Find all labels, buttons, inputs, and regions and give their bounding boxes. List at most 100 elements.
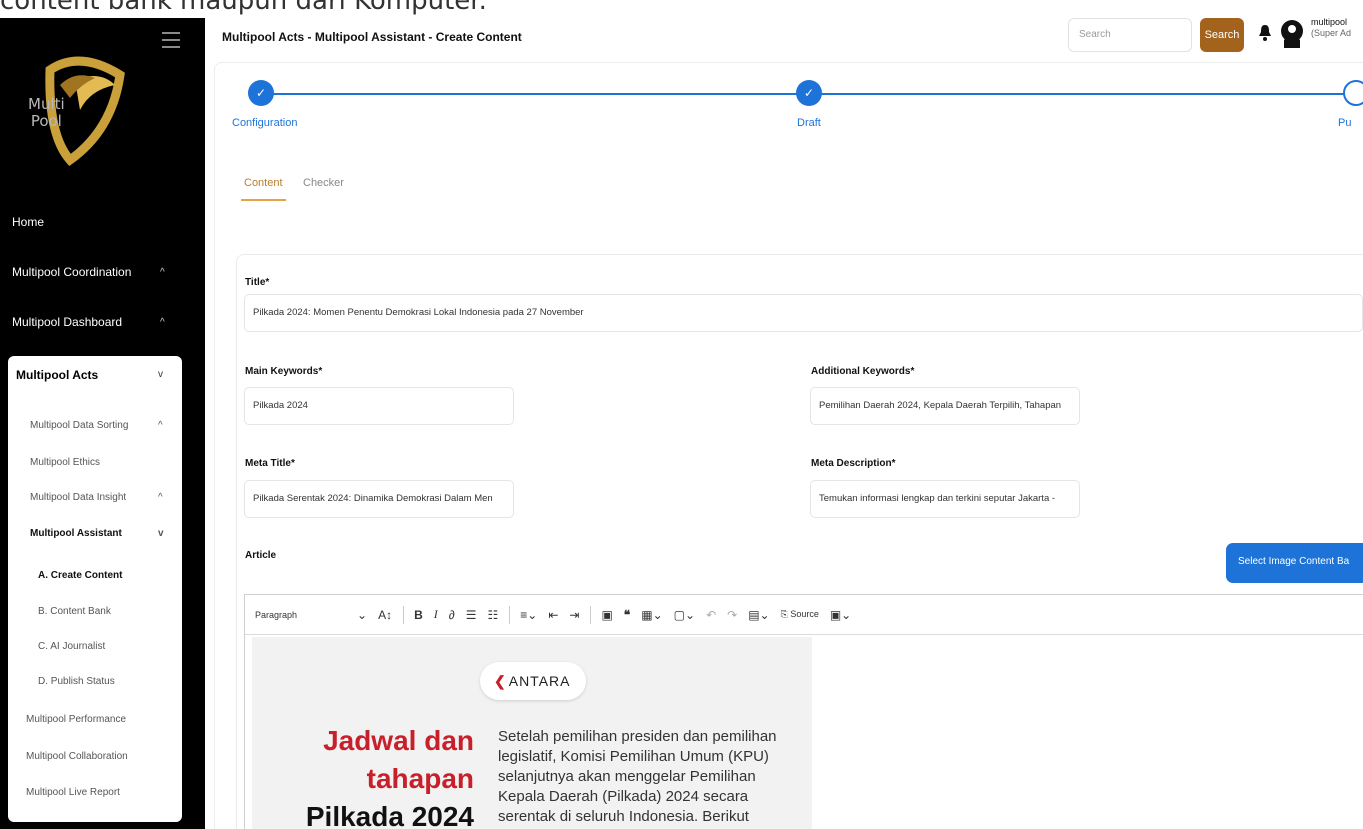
antara-logo: ❮ ANTARA (480, 662, 586, 700)
sidebar-item-label: Multipool Ethics (30, 457, 101, 468)
select-image-content-bank-button[interactable]: Select Image Content Ba (1226, 543, 1363, 583)
sidebar-item-label: Home (12, 215, 45, 229)
step-draft-check-icon[interactable]: ✓ (796, 80, 822, 106)
sidebar-item-label: Multipool Live Report (26, 787, 120, 798)
headline-line: tahapan (366, 763, 474, 794)
search-button[interactable]: Search (1200, 18, 1244, 52)
editor-toolbar: Paragraph ⌄ A↕ B I ∂ ☰ ☷ ≡⌄ ⇤ ⇥ ▣ ❝ ▦⌄ ▢… (245, 595, 1363, 635)
toolbar-divider (403, 605, 405, 624)
sidebar-item-data-insight[interactable]: Multipool Data Insight ^ (30, 492, 163, 503)
tab-underline (241, 199, 286, 201)
sidebar-item-data-sorting[interactable]: Multipool Data Sorting ^ (30, 420, 163, 431)
article-label: Article (245, 550, 277, 561)
source-button[interactable]: ⎘ Source (781, 609, 819, 620)
sidebar-item-publish-status[interactable]: D. Publish Status (38, 676, 115, 687)
search-input[interactable]: Search (1068, 18, 1192, 52)
user-name: multipool (1311, 17, 1348, 27)
stepper-line (262, 93, 808, 95)
article-body-text: Setelah pemilihan presiden dan pemilihan… (498, 728, 777, 825)
antara-mark-icon: ❮ (494, 673, 507, 689)
step-label-draft: Draft (797, 117, 821, 129)
section-label: Multipool Acts (16, 368, 99, 382)
sidebar-item-label: Multipool Dashboard (12, 315, 123, 329)
sidebar-item-live-report[interactable]: Multipool Live Report (26, 787, 120, 798)
indent-icon[interactable]: ⇥ (569, 608, 579, 622)
toolbar-divider (590, 605, 592, 624)
additional-keywords-input[interactable]: Pemilihan Daerah 2024, Kepala Daerah Ter… (810, 387, 1080, 425)
sidebar-item-ai-journalist[interactable]: C. AI Journalist (38, 641, 105, 652)
bulleted-list-icon[interactable]: ☰ (466, 608, 477, 622)
chevron-up-icon: ^ (160, 266, 165, 278)
sidebar-item-label: Multipool Data Insight (30, 492, 127, 503)
numbered-list-icon[interactable]: ☷ (487, 608, 498, 622)
insert-image-icon[interactable]: ▣ (601, 608, 612, 622)
media-icon[interactable]: ▢⌄ (674, 608, 695, 622)
logo-text: Multi Pool (28, 95, 65, 130)
sidebar-item-assistant[interactable]: Multipool Assistant v (30, 528, 164, 539)
chevron-up-icon: ^ (160, 316, 165, 328)
bell-icon[interactable] (1258, 24, 1272, 42)
stepper-line (820, 93, 1350, 95)
main-keywords-label: Main Keywords* (245, 366, 323, 377)
chevron-up-icon: ^ (158, 420, 163, 431)
sidebar-item-collaboration[interactable]: Multipool Collaboration (26, 751, 128, 762)
headline-line: Jadwal dan (323, 725, 474, 756)
image-upload-icon[interactable]: ▣⌄ (830, 608, 851, 622)
sidebar-item-dashboard[interactable]: Multipool Dashboard ^ (0, 315, 205, 329)
sidebar-item-create-content[interactable]: A. Create Content (38, 570, 122, 581)
app-root: content bank maupun dari Komputer. Multi… (0, 0, 1363, 829)
sidebar-item-home[interactable]: Home (0, 215, 205, 229)
page-title: Multipool Acts - Multipool Assistant - C… (222, 30, 522, 44)
blockquote-icon[interactable]: ❝ (624, 608, 630, 622)
meta-description-input[interactable]: Temukan informasi lengkap dan terkini se… (810, 480, 1080, 518)
toolbar-divider (509, 605, 511, 624)
link-icon[interactable]: ∂ (449, 608, 455, 622)
italic-icon[interactable]: I (434, 607, 438, 622)
font-size-icon[interactable]: A↕ (378, 608, 392, 622)
sidebar-item-label: Multipool Coordination (12, 265, 132, 279)
tab-content[interactable]: Content (244, 177, 283, 189)
article-image[interactable]: ❮ ANTARA Jadwal dan tahapan Pilkada 2024 … (252, 637, 812, 829)
sidebar-item-coordination[interactable]: Multipool Coordination ^ (0, 265, 205, 279)
step-configuration-check-icon[interactable]: ✓ (248, 80, 274, 106)
chevron-down-icon: v (158, 369, 163, 380)
table-icon[interactable]: ▦⌄ (641, 608, 662, 622)
caption-text: content bank maupun dari Komputer. (0, 0, 487, 16)
chevron-down-icon[interactable]: ⌄ (357, 608, 367, 622)
meta-title-label: Meta Title* (245, 458, 295, 469)
sidebar-item-label: Multipool Performance (26, 714, 127, 725)
main-keywords-input[interactable]: Pilkada 2024 (244, 387, 514, 425)
article-headline: Jadwal dan tahapan Pilkada 2024 (306, 722, 474, 829)
bold-icon[interactable]: B (414, 608, 423, 622)
step-label-configuration: Configuration (232, 117, 298, 129)
chevron-down-icon: v (158, 528, 164, 539)
chevron-up-icon: ^ (158, 492, 163, 503)
hamburger-menu-icon[interactable] (162, 32, 180, 48)
outdent-icon[interactable]: ⇤ (548, 608, 558, 622)
sidebar-item-content-bank[interactable]: B. Content Bank (38, 606, 111, 617)
title-label: Title* (245, 277, 270, 288)
tab-checker[interactable]: Checker (303, 177, 344, 189)
title-input[interactable]: Pilkada 2024: Momen Penentu Demokrasi Lo… (244, 294, 1363, 332)
sidebar-item-ethics[interactable]: Multipool Ethics (30, 457, 100, 468)
headline-line: Pilkada 2024 (305, 801, 474, 829)
undo-icon[interactable]: ↶ (706, 608, 716, 622)
sidebar-item-label: Multipool Assistant (30, 528, 122, 539)
meta-description-label: Meta Description* (811, 458, 896, 469)
sidebar-item-performance[interactable]: Multipool Performance (26, 714, 126, 725)
html-embed-icon[interactable]: ▤⌄ (748, 608, 769, 622)
step-label-publish: Pu (1338, 117, 1352, 129)
align-icon[interactable]: ≡⌄ (520, 608, 537, 622)
submenu-multipool-acts: Multipool Acts v Multipool Data Sorting … (8, 356, 182, 822)
paragraph-select[interactable]: Paragraph (255, 610, 297, 620)
source-icon: ⎘ (780, 609, 788, 619)
sidebar-item-multipool-acts[interactable]: Multipool Acts (16, 368, 98, 382)
step-publish-dot[interactable] (1343, 80, 1363, 106)
meta-title-input[interactable]: Pilkada Serentak 2024: Dinamika Demokras… (244, 480, 514, 518)
sidebar: Multi Pool Home Multipool Coordination ^… (0, 18, 205, 829)
source-label: Source (790, 609, 819, 619)
sidebar-item-label: Multipool Collaboration (26, 751, 128, 762)
redo-icon[interactable]: ↷ (727, 608, 737, 622)
avatar[interactable] (1279, 18, 1305, 52)
user-role: (Super Ad (1311, 28, 1352, 38)
